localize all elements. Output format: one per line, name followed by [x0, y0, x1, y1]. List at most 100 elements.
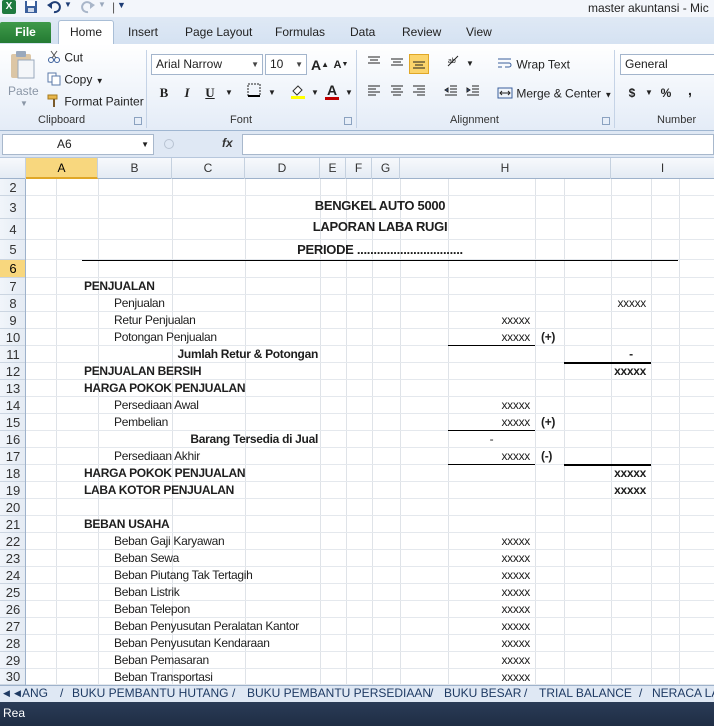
column-header-g[interactable]: G	[372, 158, 400, 179]
row-header[interactable]: 30	[0, 669, 25, 685]
scroll-tabs-prev-icon[interactable]: ◀	[14, 686, 21, 702]
row-header[interactable]: 12	[0, 363, 25, 380]
row-header[interactable]: 28	[0, 635, 25, 652]
formula-input[interactable]	[242, 134, 714, 155]
row-header[interactable]: 5	[0, 240, 25, 260]
orientation-dropdown-icon[interactable]: ▼	[460, 54, 480, 74]
shrink-font-icon[interactable]: A▼	[331, 55, 351, 75]
name-box[interactable]: A6 ▼	[2, 134, 154, 155]
tab-insert[interactable]: Insert	[128, 25, 158, 39]
align-bottom-icon[interactable]	[409, 54, 429, 74]
tab-data[interactable]: Data	[350, 25, 375, 39]
font-name-combo[interactable]: Arial Narrow ▼	[151, 54, 263, 75]
worksheet-grid[interactable]: BENGKEL AUTO 5000 LAPORAN LABA RUGI PERI…	[26, 179, 714, 685]
cut-button[interactable]: Cut	[47, 50, 83, 67]
column-header-h[interactable]: H	[400, 158, 611, 179]
paste-icon[interactable]	[8, 50, 36, 83]
align-left-icon[interactable]	[364, 83, 384, 103]
percent-button[interactable]: %	[656, 83, 676, 103]
column-header-f[interactable]: F	[346, 158, 372, 179]
format-painter-button[interactable]: Format Painter	[47, 94, 144, 111]
italic-button[interactable]: I	[177, 83, 197, 103]
grow-font-icon[interactable]: A▲	[310, 55, 330, 75]
save-icon[interactable]	[24, 0, 38, 17]
bold-button[interactable]: B	[154, 83, 174, 103]
alignment-dialog-launcher-icon[interactable]	[602, 117, 610, 125]
row-header[interactable]: 16	[0, 431, 25, 448]
undo-icon[interactable]	[46, 0, 62, 17]
column-header-b[interactable]: B	[98, 158, 172, 179]
excel-app-icon[interactable]: X	[2, 0, 16, 14]
paste-dropdown-icon[interactable]: ▼	[20, 99, 28, 108]
tab-formulas[interactable]: Formulas	[275, 25, 325, 39]
underline-dropdown-icon[interactable]: ▼	[219, 83, 239, 103]
align-top-icon[interactable]	[364, 54, 384, 74]
select-all-corner[interactable]	[0, 158, 26, 179]
column-header-e[interactable]: E	[320, 158, 346, 179]
increase-indent-icon[interactable]	[463, 83, 483, 103]
tab-page-layout[interactable]: Page Layout	[185, 25, 252, 39]
row-header[interactable]: 18	[0, 465, 25, 482]
row-header[interactable]: 7	[0, 278, 25, 295]
align-right-icon[interactable]	[409, 83, 429, 103]
undo-dropdown-icon[interactable]: ▼	[64, 0, 72, 9]
number-format-combo[interactable]: General	[620, 54, 714, 75]
redo-dropdown-icon[interactable]: ▼	[98, 0, 106, 9]
row-header[interactable]: 19	[0, 482, 25, 499]
row-header[interactable]: 8	[0, 295, 25, 312]
align-center-icon[interactable]	[387, 83, 407, 103]
column-header-c[interactable]: C	[172, 158, 245, 179]
insert-function-button[interactable]: fx	[222, 136, 233, 150]
row-header[interactable]: 26	[0, 601, 25, 618]
font-size-combo[interactable]: 10 ▼	[265, 54, 307, 75]
tab-file[interactable]: File	[0, 22, 51, 43]
row-header[interactable]: 14	[0, 397, 25, 414]
customize-toolbar-icon[interactable]: ▼	[117, 0, 126, 10]
formula-bar-grip-icon[interactable]	[164, 139, 174, 149]
row-header[interactable]: 9	[0, 312, 25, 329]
row-header[interactable]: 20	[0, 499, 25, 516]
borders-icon[interactable]	[244, 83, 264, 103]
sheet-tab-ang[interactable]: ANG	[22, 686, 48, 702]
row-header[interactable]: 22	[0, 533, 25, 550]
row-header[interactable]: 21	[0, 516, 25, 533]
font-dialog-launcher-icon[interactable]	[344, 117, 352, 125]
clipboard-dialog-launcher-icon[interactable]	[134, 117, 142, 125]
row-header[interactable]: 10	[0, 329, 25, 346]
tab-view[interactable]: View	[466, 25, 492, 39]
decrease-indent-icon[interactable]	[441, 83, 461, 103]
paste-button[interactable]: Paste	[8, 84, 39, 98]
align-middle-icon[interactable]	[387, 54, 407, 74]
sheet-tab-trial-balance[interactable]: TRIAL BALANCE	[539, 686, 632, 702]
redo-icon[interactable]	[80, 0, 96, 17]
row-header[interactable]: 13	[0, 380, 25, 397]
row-header[interactable]: 25	[0, 584, 25, 601]
column-header-a[interactable]: A	[26, 158, 98, 179]
row-header[interactable]: 3	[0, 196, 25, 219]
wrap-text-button[interactable]: Wrap Text	[497, 57, 570, 74]
merge-center-button[interactable]: Merge & Center ▼	[497, 86, 612, 103]
borders-dropdown-icon[interactable]: ▼	[262, 83, 282, 103]
row-header[interactable]: 24	[0, 567, 25, 584]
column-header-d[interactable]: D	[245, 158, 320, 179]
row-header[interactable]: 11	[0, 346, 25, 363]
scroll-tabs-left-icon[interactable]: ◀	[3, 686, 10, 702]
row-header[interactable]: 23	[0, 550, 25, 567]
copy-button[interactable]: Copy ▼	[47, 72, 104, 89]
sheet-tab-neraca[interactable]: NERACA LA	[652, 686, 714, 702]
row-header[interactable]: 27	[0, 618, 25, 635]
row-header[interactable]: 2	[0, 179, 25, 196]
row-header[interactable]: 29	[0, 652, 25, 669]
sheet-tab-buku-besar[interactable]: BUKU BESAR	[444, 686, 521, 702]
column-header-i[interactable]: I	[611, 158, 714, 179]
row-header[interactable]: 6	[0, 260, 25, 278]
underline-button[interactable]: U	[200, 83, 220, 103]
row-header[interactable]: 17	[0, 448, 25, 465]
row-header[interactable]: 15	[0, 414, 25, 431]
tab-review[interactable]: Review	[402, 25, 441, 39]
row-header[interactable]: 4	[0, 219, 25, 240]
comma-style-button[interactable]: ,	[680, 80, 700, 100]
sheet-tab-buku-pembantu-hutang[interactable]: BUKU PEMBANTU HUTANG	[72, 686, 228, 702]
tab-home[interactable]: Home	[58, 20, 115, 44]
sheet-tab-buku-pembantu-persediaan[interactable]: BUKU PEMBANTU PERSEDIAAN	[247, 686, 431, 702]
